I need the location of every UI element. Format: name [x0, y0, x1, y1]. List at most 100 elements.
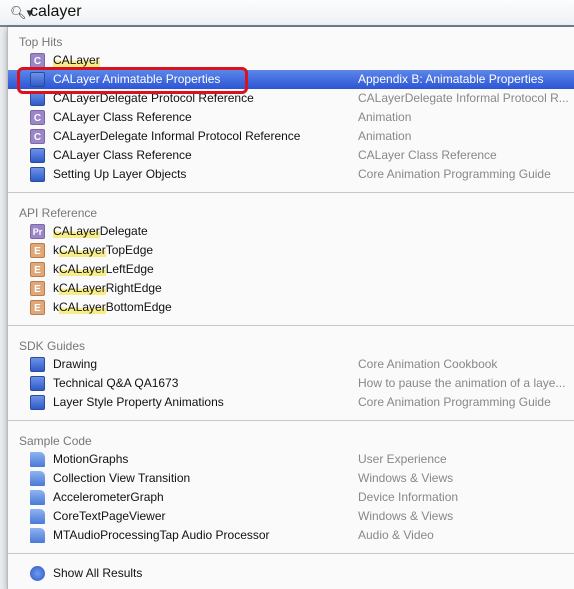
title-text: Collection View Transition [53, 471, 191, 485]
result-row[interactable]: AccelerometerGraph Device Information [8, 488, 574, 507]
result-title: CALayerDelegate [53, 222, 148, 241]
section-header: Sample Code [19, 434, 92, 448]
result-location: Windows & Views [358, 471, 454, 485]
sample-icon [30, 471, 45, 486]
result-title: kCALayerLeftEdge [53, 260, 154, 279]
title-text: Layer Style Property Animations [53, 395, 224, 409]
match-highlight: CALayer [59, 300, 106, 314]
doc-icon [30, 357, 45, 372]
result-row[interactable]: C CALayerDelegate Informal Protocol Refer… [8, 127, 574, 146]
title-text: MTAudioProcessingTap Audio Processor [53, 528, 270, 542]
result-title: CALayer Class Reference [53, 146, 192, 165]
result-title: kCALayerBottomEdge [53, 298, 172, 317]
title-text: CALayerDelegate Informal Protocol Refere… [53, 129, 301, 143]
result-location: Core Animation Cookbook [358, 357, 498, 371]
result-row[interactable]: Collection View Transition Windows & View… [8, 469, 574, 488]
result-location: Appendix B: Animatable Properties [358, 72, 544, 86]
doc-icon [30, 376, 45, 391]
result-location: Windows & Views [358, 509, 454, 523]
search-results-popup: Top Hits C CALayer CALayer Animatable Prope… [7, 27, 574, 589]
sample-icon [30, 509, 45, 524]
result-title: MTAudioProcessingTap Audio Processor [53, 526, 270, 545]
result-row[interactable]: CALayerDelegate Protocol Reference CALaye… [8, 89, 574, 108]
search-query[interactable]: calayer [30, 3, 82, 21]
doc-icon [30, 167, 45, 182]
result-row[interactable]: CoreTextPageViewer Windows & Views [8, 507, 574, 526]
result-row[interactable]: EkCALayerBottomEdge [8, 298, 574, 317]
result-title: Setting Up Layer Objects [53, 165, 186, 184]
result-title: Collection View Transition [53, 469, 190, 488]
result-location: Device Information [358, 490, 459, 504]
result-row[interactable]: EkCALayerTopEdge [8, 241, 574, 260]
result-title: MotionGraphs [53, 450, 128, 469]
search-field[interactable]: 🔍︎▾ calayer [0, 0, 574, 27]
result-location: CALayer Class Reference [358, 148, 497, 162]
class-icon: C [30, 129, 45, 144]
title-text: CALayer Class Reference [53, 110, 192, 124]
result-location: CALayerDelegate Informal Protocol R... [358, 91, 569, 105]
result-title: Layer Style Property Animations [53, 393, 224, 412]
enum-icon: E [30, 243, 45, 258]
section-header: Top Hits [19, 35, 63, 49]
title-text: Setting Up Layer Objects [53, 167, 187, 181]
section-header: API Reference [19, 206, 98, 220]
show-all-results-button[interactable]: Show All Results [8, 564, 574, 583]
result-row[interactable]: Setting Up Layer Objects Core Animation P… [8, 165, 574, 184]
search-icon [30, 566, 45, 581]
sample-icon [30, 490, 45, 505]
result-row[interactable]: MotionGraphs User Experience [8, 450, 574, 469]
result-row[interactable]: Layer Style Property Animations Core Anim… [8, 393, 574, 412]
result-row[interactable]: EkCALayerRightEdge [8, 279, 574, 298]
sample-icon [30, 452, 45, 467]
result-location: Animation [358, 129, 412, 143]
result-title: kCALayerRightEdge [53, 279, 162, 298]
section-divider [8, 325, 574, 326]
result-location: User Experience [358, 452, 447, 466]
result-row[interactable]: EkCALayerLeftEdge [8, 260, 574, 279]
doc-icon [30, 72, 45, 87]
title-text: Technical Q&A QA1673 [53, 376, 179, 390]
result-row[interactable]: Technical Q&A QA1673 How to pause the ani… [8, 374, 574, 393]
enum-icon: E [30, 300, 45, 315]
result-title: CoreTextPageViewer [53, 507, 166, 526]
result-title: kCALayerTopEdge [53, 241, 153, 260]
result-row[interactable]: CALayer Animatable Properties Appendix B:… [8, 70, 574, 89]
title-text: AccelerometerGraph [53, 490, 164, 504]
doc-icon [30, 148, 45, 163]
section-divider [8, 420, 574, 421]
result-row[interactable]: Drawing Core Animation Cookbook [8, 355, 574, 374]
title-text-rest: LeftEdge [105, 262, 154, 276]
enum-icon: E [30, 281, 45, 296]
title-text: MotionGraphs [53, 452, 129, 466]
sample-icon [30, 528, 45, 543]
match-highlight: CALayer [53, 224, 100, 238]
match-highlight: CALayer [59, 262, 106, 276]
result-title: CALayerDelegate Protocol Reference [53, 89, 254, 108]
result-row[interactable]: Pr CALayerDelegate [8, 222, 574, 241]
title-text-rest: RightEdge [105, 281, 162, 295]
result-location: Core Animation Programming Guide [358, 395, 551, 409]
title-text-rest: TopEdge [105, 243, 154, 257]
title-text: CALayerDelegate Protocol Reference [53, 91, 254, 105]
result-title: CALayer Class Reference [53, 108, 192, 127]
section-divider [8, 553, 574, 554]
result-title: CALayerDelegate Informal Protocol Refere… [53, 127, 300, 146]
doc-icon [30, 395, 45, 410]
class-icon: C [30, 53, 45, 68]
result-row[interactable]: C CALayer Class Reference Animation [8, 108, 574, 127]
result-row[interactable]: CALayer Class Reference CALayer Class Ref… [8, 146, 574, 165]
proto-icon: Pr [30, 224, 45, 239]
match-highlight: CALayer [53, 53, 100, 67]
title-text: CALayer Animatable Properties [53, 72, 221, 86]
title-text: Drawing [53, 357, 98, 371]
doc-icon [30, 91, 45, 106]
result-title: CALayer [53, 51, 100, 70]
result-location: Animation [358, 110, 412, 124]
title-text-rest: Delegate [99, 224, 148, 238]
class-icon: C [30, 110, 45, 125]
result-row[interactable]: C CALayer [8, 51, 574, 70]
show-all-label: Show All Results [53, 566, 143, 580]
result-row[interactable]: MTAudioProcessingTap Audio Processor Audi… [8, 526, 574, 545]
match-highlight: CALayer [59, 243, 106, 257]
title-text-rest: BottomEdge [105, 300, 172, 314]
